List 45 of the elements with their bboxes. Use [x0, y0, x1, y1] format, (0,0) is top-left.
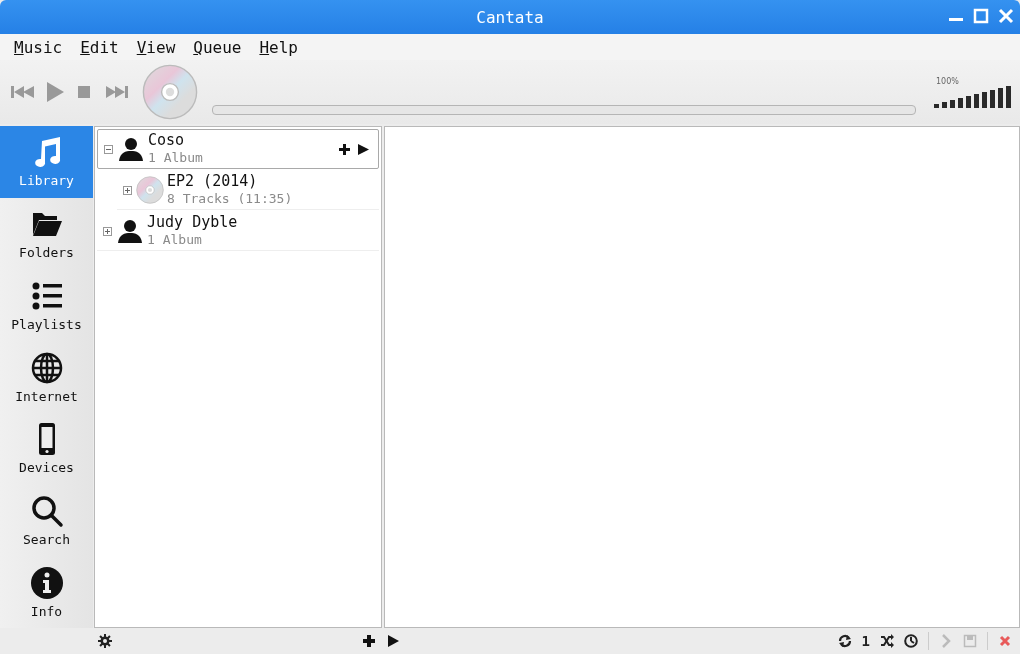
menu-item[interactable]: Music [14, 37, 63, 57]
item-title: EP2 (2014) [167, 173, 259, 190]
menu-item[interactable]: Queue [193, 37, 242, 57]
maximize-icon[interactable] [973, 8, 989, 24]
globe-icon [29, 350, 64, 385]
tree-row[interactable]: Judy Dyble 1 Album [97, 212, 379, 251]
add-icon[interactable] [338, 142, 351, 156]
sidebar-item[interactable]: Devices [0, 412, 93, 485]
sidebar-item[interactable]: Library [0, 126, 93, 198]
window-title: Cantata [476, 7, 544, 27]
play-icon[interactable] [385, 634, 400, 648]
sidebar-item[interactable]: Internet [0, 341, 93, 413]
play-icon[interactable] [357, 142, 370, 156]
cd-icon [136, 176, 164, 204]
item-title: Judy Dyble [147, 214, 238, 231]
expand-icon[interactable] [103, 226, 112, 236]
item-subtitle: 1 Album [147, 231, 203, 248]
settings-icon[interactable] [98, 634, 112, 648]
menu-item[interactable]: Help [259, 37, 298, 57]
shuffle-icon[interactable] [880, 634, 894, 648]
menu-item[interactable]: Edit [80, 37, 119, 57]
item-subtitle: 8 Tracks (11:35) [167, 190, 293, 207]
add-icon[interactable] [361, 634, 376, 648]
single-mode-toggle[interactable]: 1 [861, 633, 870, 649]
tree-row[interactable]: EP2 (2014) 8 Tracks (11:35) [117, 171, 379, 210]
sidebar-item[interactable]: Folders [0, 197, 93, 270]
sidebar-item[interactable]: Playlists [0, 269, 93, 342]
volume-meter[interactable] [934, 85, 1011, 108]
clear-icon[interactable] [998, 634, 1012, 648]
item-subtitle: 1 Album [148, 149, 203, 166]
search-icon [29, 493, 64, 528]
sidebar-item[interactable]: Search [0, 484, 93, 557]
collapse-icon[interactable] [104, 144, 113, 154]
sidebar-item[interactable]: Info [0, 556, 93, 629]
menu-item[interactable]: View [136, 37, 176, 57]
item-title: Coso [148, 132, 186, 149]
expand-icon[interactable] [123, 185, 132, 195]
person-icon [117, 135, 145, 163]
cd-icon [142, 64, 198, 120]
close-icon[interactable] [998, 8, 1014, 24]
person-icon [116, 217, 144, 245]
info-icon [29, 565, 64, 600]
repeat-icon[interactable] [837, 634, 852, 648]
volume-reading: 100% [936, 76, 959, 86]
tree-row[interactable]: Coso 1 Album [97, 129, 379, 169]
